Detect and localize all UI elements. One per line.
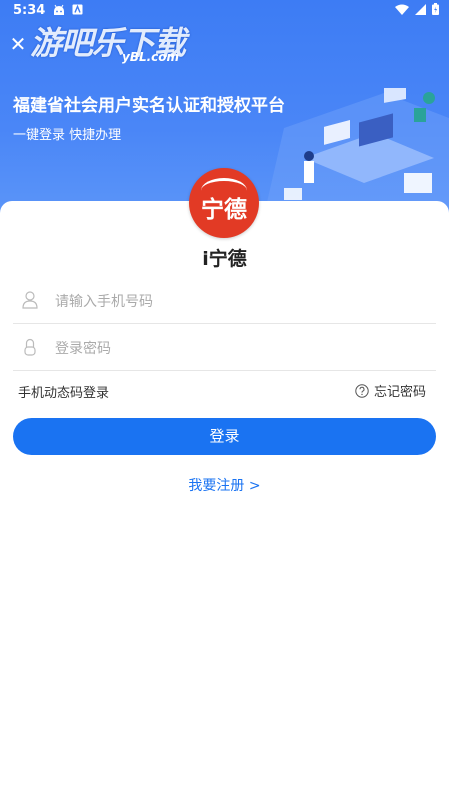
phone-input[interactable] [53, 289, 427, 315]
app-logo: 宁德 [189, 168, 259, 238]
app-notification-icon [72, 4, 83, 15]
forgot-password-link[interactable]: 忘记密码 [355, 381, 426, 400]
password-field [13, 326, 436, 371]
battery-icon [432, 3, 439, 15]
platform-subtitle: 一键登录 快捷办理 [13, 128, 122, 143]
app-name: i宁德 [202, 248, 247, 270]
lock-icon [24, 338, 36, 356]
office-illustration [264, 88, 449, 215]
platform-title: 福建省社会用户实名认证和授权平台 [13, 96, 285, 116]
signal-icon [415, 3, 426, 15]
watermark-sub: yBL.com [122, 50, 180, 64]
forgot-password-label: 忘记密码 [373, 385, 426, 400]
android-icon [54, 4, 64, 15]
close-icon[interactable]: ✕ [8, 34, 28, 54]
phone-field [13, 279, 436, 324]
wifi-icon [395, 4, 409, 15]
user-icon [22, 291, 38, 309]
app-logo-text: 宁德 [201, 196, 247, 223]
sms-login-link[interactable]: 手机动态码登录 [18, 382, 109, 401]
help-icon [355, 383, 369, 398]
register-link[interactable]: 我要注册 > [0, 475, 449, 495]
login-button[interactable]: 登录 [13, 418, 436, 455]
status-time: 5:34 [13, 3, 46, 18]
password-input[interactable] [53, 336, 427, 362]
